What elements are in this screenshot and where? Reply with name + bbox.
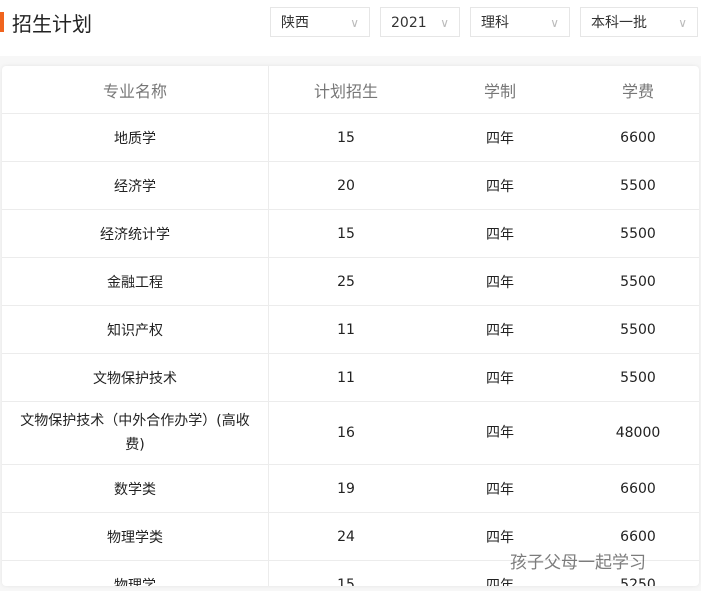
cell-major: 物理学 <box>2 560 269 586</box>
table-header-row: 专业名称 计划招生 学制 学费 <box>2 66 699 114</box>
cell-fee: 5500 <box>577 161 699 210</box>
cell-fee: 5500 <box>577 209 699 258</box>
province-select[interactable]: 陕西 ∨ <box>270 7 370 37</box>
cell-duration: 四年 <box>423 305 577 354</box>
year-select[interactable]: 2021 ∨ <box>380 7 460 37</box>
subject-value: 理科 <box>481 15 509 31</box>
table-row: 知识产权 11 四年 5500 <box>2 305 699 354</box>
cell-plan: 15 <box>268 113 423 162</box>
cell-duration: 四年 <box>423 161 577 210</box>
cell-plan: 15 <box>268 560 423 586</box>
cell-plan: 24 <box>268 512 423 561</box>
cell-plan: 25 <box>268 257 423 306</box>
cell-major: 经济学 <box>2 161 269 210</box>
watermark: 孩子父母一起学习 <box>510 553 646 573</box>
chevron-down-icon: ∨ <box>678 16 687 30</box>
title-accent-bar <box>0 12 4 32</box>
table-row: 经济统计学 15 四年 5500 <box>2 209 699 258</box>
cell-duration: 四年 <box>423 257 577 306</box>
chevron-down-icon: ∨ <box>350 16 359 30</box>
cell-plan: 15 <box>268 209 423 258</box>
table-row: 数学类 19 四年 6600 <box>2 464 699 513</box>
cell-fee: 5500 <box>577 305 699 354</box>
cell-duration: 四年 <box>423 113 577 162</box>
cell-major: 金融工程 <box>2 257 269 306</box>
cell-plan: 20 <box>268 161 423 210</box>
subject-select[interactable]: 理科 ∨ <box>470 7 570 37</box>
enrollment-table-card: 专业名称 计划招生 学制 学费 地质学 15 四年 6600 经济学 20 四年 5500 经济… <box>2 66 699 586</box>
cell-duration: 四年 <box>423 353 577 402</box>
batch-value: 本科一批 <box>591 15 647 31</box>
page-title: 招生计划 <box>12 12 92 36</box>
cell-fee: 6600 <box>577 113 699 162</box>
cell-plan: 19 <box>268 464 423 513</box>
table-row: 文物保护技术 11 四年 5500 <box>2 353 699 402</box>
table-row: 文物保护技术（中外合作办学）(高收费) 16 四年 48000 <box>2 401 699 465</box>
cell-fee: 5500 <box>577 353 699 402</box>
province-value: 陕西 <box>281 15 309 31</box>
cell-fee: 48000 <box>577 401 699 465</box>
cell-duration: 四年 <box>423 209 577 258</box>
cell-major: 知识产权 <box>2 305 269 354</box>
cell-duration: 四年 <box>423 464 577 513</box>
table-row: 地质学 15 四年 6600 <box>2 113 699 162</box>
batch-select[interactable]: 本科一批 ∨ <box>580 7 698 37</box>
cell-plan: 16 <box>268 401 423 465</box>
chevron-down-icon: ∨ <box>440 16 449 30</box>
header-major: 专业名称 <box>2 66 269 114</box>
table-row: 经济学 20 四年 5500 <box>2 161 699 210</box>
cell-plan: 11 <box>268 305 423 354</box>
year-value: 2021 <box>391 15 427 31</box>
cell-duration: 四年 <box>423 401 577 465</box>
cell-fee: 6600 <box>577 464 699 513</box>
cell-plan: 11 <box>268 353 423 402</box>
header-plan: 计划招生 <box>313 81 378 101</box>
cell-major: 文物保护技术（中外合作办学）(高收费) <box>2 401 269 465</box>
cell-major: 文物保护技术 <box>2 353 269 402</box>
cell-major: 物理学类 <box>2 512 269 561</box>
header-duration: 学制 <box>483 81 516 101</box>
enrollment-table: 专业名称 计划招生 学制 学费 地质学 15 四年 6600 经济学 20 四年 5500 经济… <box>2 66 699 586</box>
header-fee: 学费 <box>621 81 654 101</box>
cell-major: 数学类 <box>2 464 269 513</box>
cell-major: 经济统计学 <box>2 209 269 258</box>
cell-major: 地质学 <box>2 113 269 162</box>
chevron-down-icon: ∨ <box>550 16 559 30</box>
table-row: 金融工程 25 四年 5500 <box>2 257 699 306</box>
cell-fee: 5500 <box>577 257 699 306</box>
